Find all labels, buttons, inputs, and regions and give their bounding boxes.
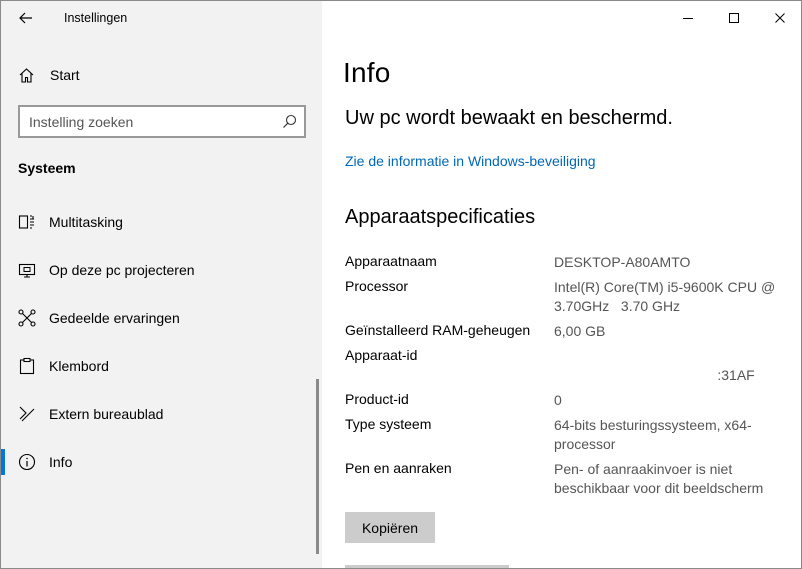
spec-value: 0	[554, 392, 562, 408]
sidebar-item-multitasking[interactable]: Multitasking	[1, 201, 322, 243]
sidebar-item-label: Klembord	[49, 358, 109, 374]
home-label: Start	[50, 67, 80, 83]
multitasking-icon	[18, 213, 36, 231]
spec-value: Intel(R) Core(TM) i5-9600K CPU @ 3.70GHz…	[554, 279, 780, 314]
sidebar-item-info[interactable]: Info	[1, 441, 322, 483]
back-button[interactable]	[11, 5, 41, 31]
maximize-button[interactable]	[711, 1, 757, 35]
spec-value: Pen- of aanraakinvoer is niet beschikbaa…	[554, 461, 764, 496]
info-icon	[18, 453, 36, 471]
device-specs-heading: Apparaatspecificaties	[345, 206, 536, 228]
spec-key: Geïnstalleerd RAM-geheugen	[345, 322, 531, 338]
spec-key: Pen en aanraken	[345, 460, 452, 476]
spec-key: Apparaatnaam	[345, 253, 437, 269]
sidebar-item-label: Info	[49, 454, 73, 470]
sidebar-item-label: Gedeelde ervaringen	[49, 310, 180, 326]
titlebar-left: Instellingen	[1, 1, 322, 35]
minimize-button[interactable]	[665, 1, 711, 35]
home-icon	[18, 67, 35, 84]
close-button[interactable]	[757, 1, 801, 35]
shared-experiences-icon	[18, 309, 36, 327]
close-icon	[775, 13, 785, 23]
spec-key: Processor	[345, 278, 409, 294]
sidebar-scrollbar[interactable]	[316, 379, 319, 554]
search-input[interactable]	[29, 112, 269, 132]
sidebar-item-project[interactable]: Op deze pc projecteren	[1, 249, 322, 291]
spec-value: 64-bits besturingssysteem, x64-processor	[554, 417, 752, 452]
section-title-systeem: Systeem	[18, 160, 76, 176]
spec-key: Apparaat-id	[345, 347, 418, 363]
page-title: Info	[343, 57, 391, 88]
main-content: Info Uw pc wordt bewaakt en beschermd. Z…	[322, 1, 801, 568]
sidebar-item-remote-desktop[interactable]: Extern bureaublad	[1, 393, 322, 435]
minimize-icon	[683, 13, 693, 23]
spec-value: DESKTOP-A80AMTO	[554, 254, 691, 270]
sidebar-item-label: Multitasking	[49, 214, 123, 230]
sidebar-item-shared-experiences[interactable]: Gedeelde ervaringen	[1, 297, 322, 339]
remote-desktop-icon	[18, 405, 36, 423]
clipboard-icon	[18, 357, 36, 375]
app-title: Instellingen	[64, 11, 128, 25]
next-button-partial[interactable]	[345, 565, 509, 568]
spec-key: Type systeem	[345, 416, 432, 432]
copy-button[interactable]: Kopiëren	[345, 512, 435, 543]
window-controls	[665, 1, 801, 35]
maximize-icon	[729, 13, 739, 23]
home-button[interactable]: Start	[1, 59, 322, 91]
sidebar: Instellingen Start Systeem Multitasking	[1, 1, 322, 568]
selection-indicator	[1, 449, 5, 475]
settings-window: Instellingen Start Systeem Multitasking	[0, 0, 802, 569]
sidebar-item-label: Extern bureaublad	[49, 406, 164, 422]
spec-value: :31AF	[717, 367, 754, 383]
sidebar-item-clipboard[interactable]: Klembord	[1, 345, 322, 387]
search-icon[interactable]	[282, 114, 297, 129]
spec-value: 6,00 GB	[554, 323, 606, 339]
spec-key: Product-id	[345, 391, 409, 407]
sidebar-item-label: Op deze pc projecteren	[49, 262, 195, 278]
windows-security-link[interactable]: Zie de informatie in Windows-beveiliging	[345, 153, 596, 169]
back-arrow-icon	[19, 12, 33, 24]
project-icon	[18, 261, 36, 279]
protection-status: Uw pc wordt bewaakt en beschermd.	[345, 107, 673, 129]
search-box[interactable]	[18, 105, 306, 138]
